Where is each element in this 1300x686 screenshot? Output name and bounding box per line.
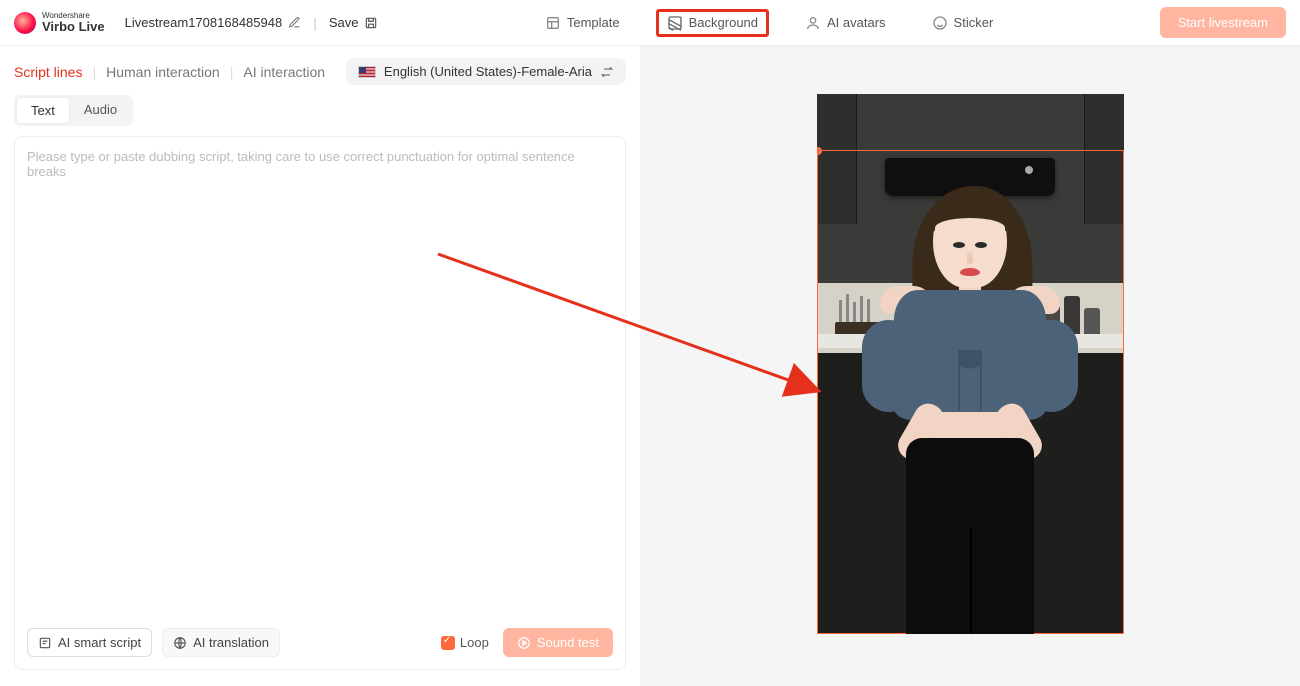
ai-translation-button[interactable]: AI translation: [162, 628, 280, 657]
translation-icon: [173, 636, 187, 650]
tab-avatars-label: AI avatars: [827, 15, 886, 30]
save-button[interactable]: Save: [329, 15, 379, 30]
flag-us-icon: [358, 66, 376, 78]
tab-background-label: Background: [689, 15, 758, 30]
top-bar: Wondershare Virbo Live Livestream1708168…: [0, 0, 1300, 46]
sticker-icon: [932, 15, 948, 31]
subtab-audio[interactable]: Audio: [70, 97, 131, 124]
tab-human-interaction[interactable]: Human interaction: [106, 64, 220, 80]
ai-smart-script-label: AI smart script: [58, 635, 141, 650]
divider: |: [313, 15, 317, 31]
start-livestream-button[interactable]: Start livestream: [1160, 7, 1286, 38]
subtab-text[interactable]: Text: [16, 97, 70, 124]
project-title-text: Livestream1708168485948: [125, 15, 283, 30]
left-panel: Script lines | Human interaction | AI in…: [0, 46, 640, 686]
sound-icon: [517, 636, 531, 650]
logo-icon: [14, 12, 36, 34]
script-tabs: Script lines | Human interaction | AI in…: [14, 64, 325, 80]
tab-script-lines[interactable]: Script lines: [14, 64, 82, 80]
project-title[interactable]: Livestream1708168485948: [125, 15, 302, 30]
start-livestream-label: Start livestream: [1178, 15, 1268, 30]
resize-handle-icon[interactable]: [817, 147, 822, 155]
script-textarea[interactable]: [27, 149, 613, 618]
voice-language-selector[interactable]: English (United States)-Female-Aria: [346, 58, 626, 85]
loop-checkbox[interactable]: Loop: [441, 635, 489, 650]
preview-canvas[interactable]: [817, 94, 1124, 634]
tab-sticker[interactable]: Sticker: [922, 10, 1004, 36]
tab-template-label: Template: [567, 15, 620, 30]
save-icon: [364, 16, 378, 30]
tab-background[interactable]: Background: [656, 9, 769, 37]
sub-tabs: Text Audio: [14, 95, 133, 126]
checkbox-checked-icon: [441, 636, 455, 650]
ai-smart-script-button[interactable]: AI smart script: [27, 628, 152, 657]
top-center-tabs: Template Background AI avatars Sticker: [378, 9, 1159, 37]
preview-pane: [640, 46, 1300, 686]
tab-ai-interaction[interactable]: AI interaction: [243, 64, 325, 80]
tab-ai-avatars[interactable]: AI avatars: [795, 10, 896, 36]
tab-sticker-label: Sticker: [954, 15, 994, 30]
voice-language-label: English (United States)-Female-Aria: [384, 64, 592, 79]
save-label: Save: [329, 15, 359, 30]
female-avatar[interactable]: [850, 180, 1090, 634]
smart-script-icon: [38, 636, 52, 650]
sound-test-button[interactable]: Sound test: [503, 628, 613, 657]
edit-icon: [288, 16, 301, 29]
swap-icon: [600, 65, 614, 79]
script-editor: AI smart script AI translation Loop Soun…: [14, 136, 626, 670]
brand-main: Virbo Live: [42, 20, 105, 33]
background-icon: [667, 15, 683, 31]
sound-test-label: Sound test: [537, 635, 599, 650]
ai-translation-label: AI translation: [193, 635, 269, 650]
app-logo: Wondershare Virbo Live: [14, 12, 105, 34]
loop-label: Loop: [460, 635, 489, 650]
template-icon: [545, 15, 561, 31]
avatar-icon: [805, 15, 821, 31]
tab-template[interactable]: Template: [535, 10, 630, 36]
